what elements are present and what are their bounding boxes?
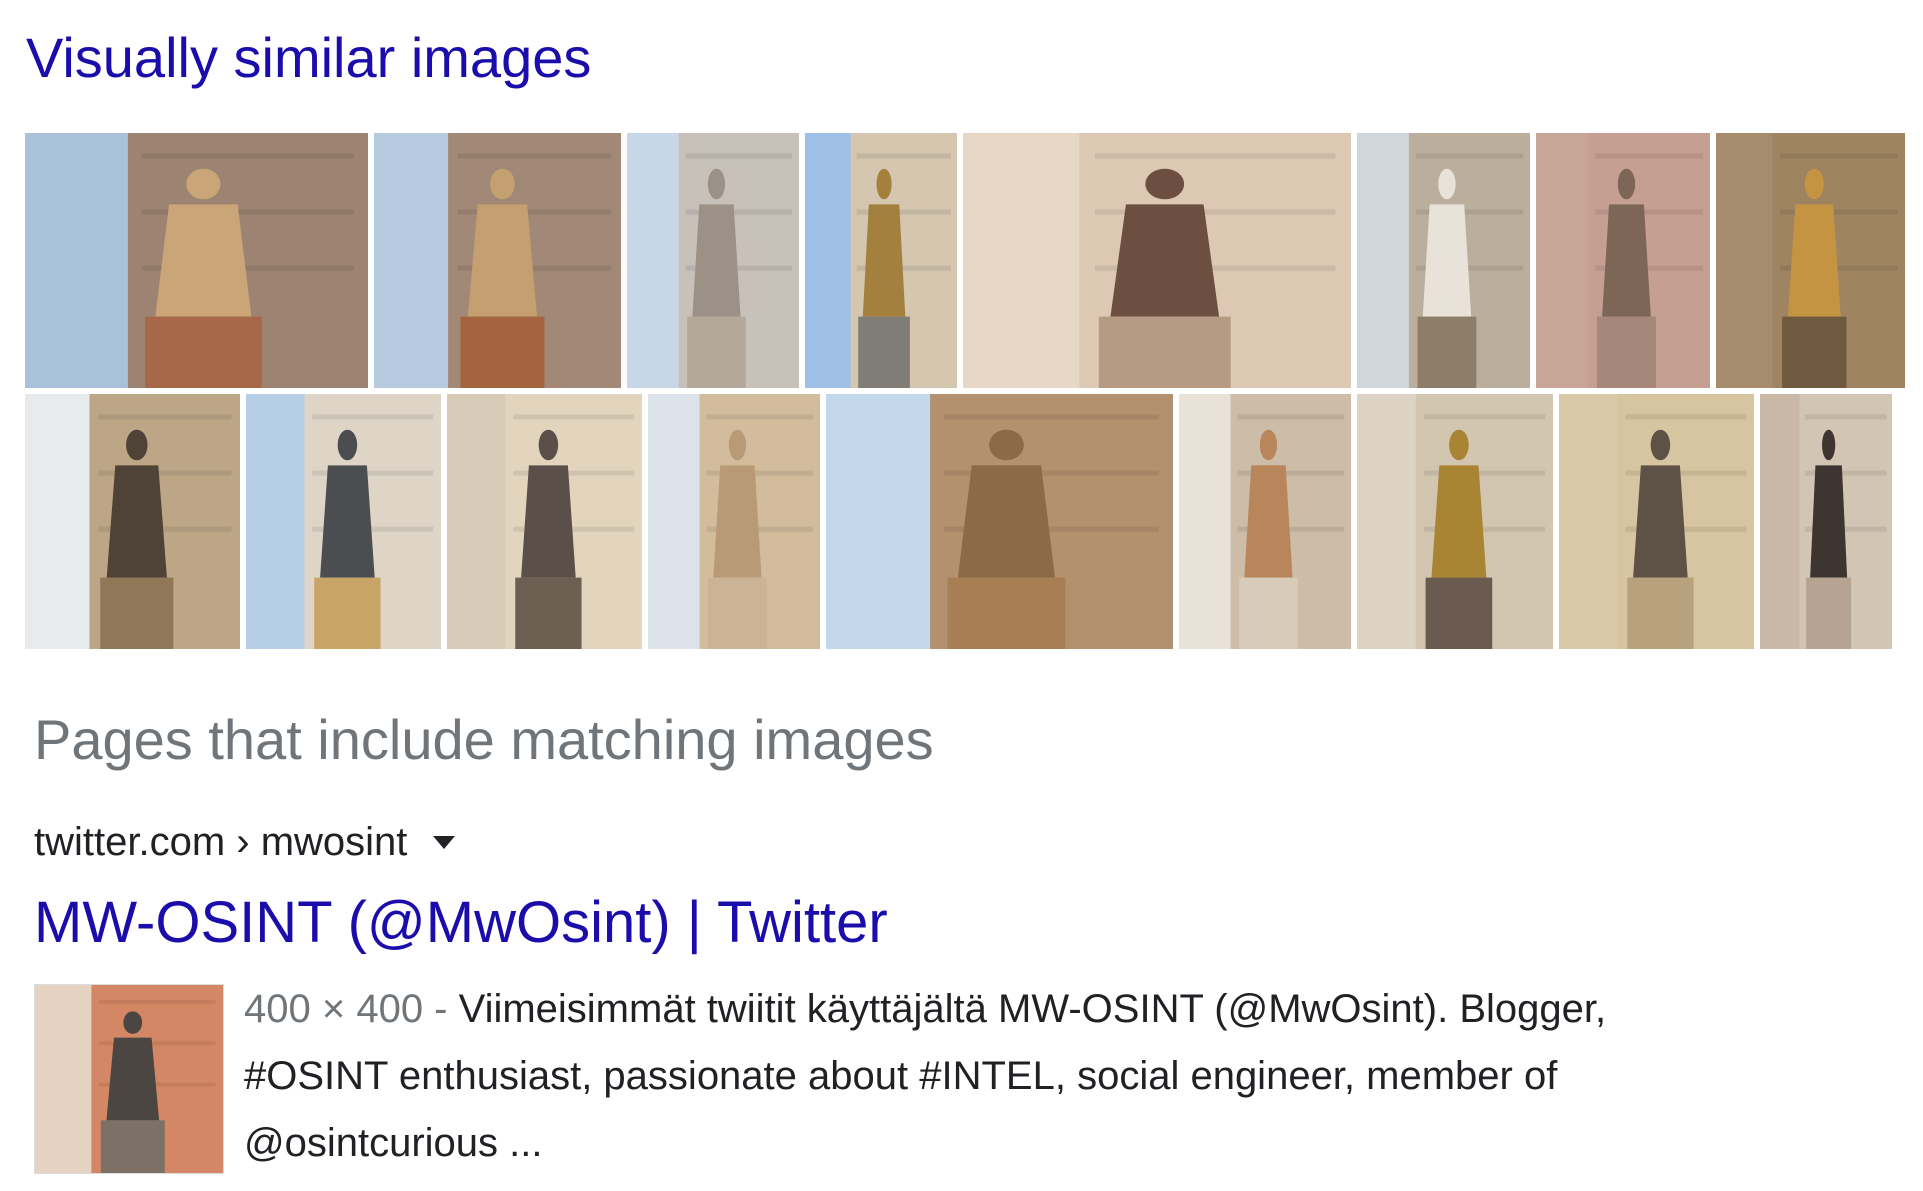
result-thumbnail[interactable] [34,984,224,1174]
statue-tower-2-thumbnail[interactable] [374,133,621,388]
angled-column-statue-thumbnail[interactable] [648,394,820,649]
result-dimensions: 400 × 400 [244,987,424,1031]
breadcrumb-separator: › [225,820,261,864]
ornate-wall-monument-thumbnail[interactable] [1357,394,1553,649]
relief-panel-thumbnail[interactable] [963,133,1351,388]
visually-similar-heading[interactable]: Visually similar images [26,24,591,92]
similar-images-row-2 [25,394,1892,649]
pages-matching-heading: Pages that include matching images [34,708,934,771]
similar-images-row-1 [25,133,1905,388]
niche-statue-thumbnail[interactable] [1536,133,1710,388]
white-marble-statue-thumbnail[interactable] [1357,133,1530,388]
funerary-monument-thumbnail[interactable] [1760,394,1892,649]
flame-pillars-thumbnail[interactable] [1179,394,1351,649]
egyptian-columns-obelisk-thumbnail[interactable] [826,394,1173,649]
golden-statue-interior-thumbnail[interactable] [1716,133,1905,388]
framed-niche-statue-thumbnail[interactable] [1559,394,1754,649]
dimensions-separator: - [423,987,459,1031]
result-breadcrumb: twitter.com › mwosint [34,818,456,866]
olympic-rings-statue-thumbnail[interactable] [25,394,240,649]
result-snippet: 400 × 400 - Viimeisimmät twiitit käyttäj… [244,976,1724,1177]
result-domain: twitter.com [34,820,226,864]
chevron-down-icon[interactable] [433,835,456,849]
pavilion-statue-thumbnail[interactable] [246,394,441,649]
gilded-statue-thumbnail[interactable] [805,133,957,388]
church-facade-thumbnail[interactable] [447,394,642,649]
statue-tower-1-thumbnail[interactable] [25,133,368,388]
result-path: mwosint [260,820,408,864]
statue-column-niche-thumbnail[interactable] [627,133,799,388]
result-title-link[interactable]: MW-OSINT (@MwOsint) | Twitter [34,888,888,958]
